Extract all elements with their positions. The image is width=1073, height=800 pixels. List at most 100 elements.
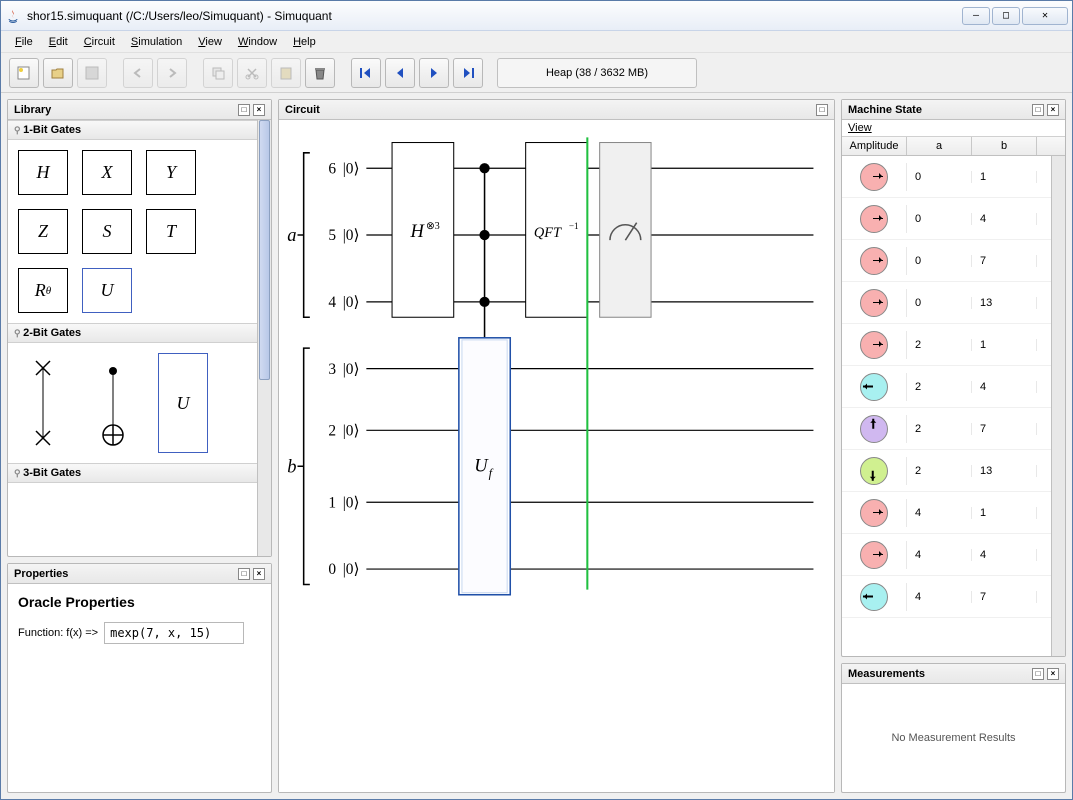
svg-text:4: 4: [328, 294, 336, 311]
redo-button[interactable]: [157, 58, 187, 88]
measurements-empty: No Measurement Results: [842, 684, 1065, 792]
library-scrollbar[interactable]: [257, 120, 271, 556]
state-row[interactable]: 4 7: [842, 576, 1065, 618]
panel-close-icon[interactable]: ×: [1047, 668, 1059, 680]
function-input[interactable]: [104, 622, 244, 644]
gate-U1[interactable]: U: [82, 268, 132, 313]
menu-edit[interactable]: Edit: [43, 34, 74, 50]
b-cell: 4: [972, 213, 1037, 225]
amplitude-cell: [842, 205, 907, 233]
state-row[interactable]: 0 1: [842, 156, 1065, 198]
gate-X[interactable]: X: [82, 150, 132, 195]
svg-text:|0⟩: |0⟩: [343, 294, 360, 311]
section-3bit[interactable]: 3-Bit Gates: [8, 463, 257, 483]
library-title: Library: [14, 104, 51, 116]
col-b[interactable]: b: [972, 137, 1037, 155]
delete-button[interactable]: [305, 58, 335, 88]
paste-button[interactable]: [271, 58, 301, 88]
prev-button[interactable]: [385, 58, 415, 88]
section-1bit[interactable]: 1-Bit Gates: [8, 120, 257, 140]
gate-T[interactable]: T: [146, 209, 196, 254]
state-row[interactable]: 2 1: [842, 324, 1065, 366]
library-panel: Library □ × 1-Bit Gates H X Y Z S: [7, 99, 272, 557]
amplitude-cell: [842, 583, 907, 611]
panel-close-icon[interactable]: ×: [1047, 104, 1059, 116]
a-cell: 0: [907, 213, 972, 225]
state-row[interactable]: 0 7: [842, 240, 1065, 282]
a-cell: 2: [907, 339, 972, 351]
gate-Y[interactable]: Y: [146, 150, 196, 195]
amplitude-cell: [842, 331, 907, 359]
col-amplitude[interactable]: Amplitude: [842, 137, 907, 155]
svg-text:U: U: [474, 456, 489, 476]
gate-cnot[interactable]: [88, 353, 138, 453]
amplitude-cell: [842, 457, 907, 485]
menu-file[interactable]: File: [9, 34, 39, 50]
cut-button[interactable]: [237, 58, 267, 88]
copy-button[interactable]: [203, 58, 233, 88]
app-window: shor15.simuquant (/C:/Users/leo/Simuquan…: [0, 0, 1073, 800]
section-2bit[interactable]: 2-Bit Gates: [8, 323, 257, 343]
properties-title: Properties: [14, 568, 68, 580]
heap-indicator[interactable]: Heap (38 / 3632 MB): [497, 58, 697, 88]
b-cell: 13: [972, 465, 1037, 477]
minimize-button[interactable]: —: [962, 7, 990, 25]
gate-H[interactable]: H: [18, 150, 68, 195]
maximize-button[interactable]: □: [992, 7, 1020, 25]
state-row[interactable]: 2 4: [842, 366, 1065, 408]
save-button[interactable]: [77, 58, 107, 88]
b-cell: 1: [972, 339, 1037, 351]
menu-window[interactable]: Window: [232, 34, 283, 50]
panel-close-icon[interactable]: ×: [253, 104, 265, 116]
col-a[interactable]: a: [907, 137, 972, 155]
last-button[interactable]: [453, 58, 483, 88]
machine-state-header: Machine State □ ×: [842, 100, 1065, 120]
open-button[interactable]: [43, 58, 73, 88]
state-scrollbar[interactable]: [1051, 156, 1065, 656]
undo-button[interactable]: [123, 58, 153, 88]
gate-Rtheta[interactable]: Rθ: [18, 268, 68, 313]
a-cell: 0: [907, 297, 972, 309]
b-cell: 7: [972, 423, 1037, 435]
panel-maximize-icon[interactable]: □: [1032, 668, 1044, 680]
first-button[interactable]: [351, 58, 381, 88]
gate-S[interactable]: S: [82, 209, 132, 254]
new-button[interactable]: [9, 58, 39, 88]
b-cell: 7: [972, 255, 1037, 267]
menu-simulation[interactable]: Simulation: [125, 34, 188, 50]
state-row[interactable]: 0 13: [842, 282, 1065, 324]
menu-circuit[interactable]: Circuit: [78, 34, 121, 50]
svg-text:|0⟩: |0⟩: [343, 494, 360, 511]
close-button[interactable]: ✕: [1022, 7, 1068, 25]
menu-help[interactable]: Help: [287, 34, 322, 50]
svg-text:QFT: QFT: [534, 225, 562, 241]
svg-text:−1: −1: [569, 222, 579, 232]
amplitude-cell: [842, 247, 907, 275]
svg-text:1: 1: [328, 494, 336, 511]
measurements-panel: Measurements □ × No Measurement Results: [841, 663, 1066, 793]
state-row[interactable]: 0 4: [842, 198, 1065, 240]
state-row[interactable]: 2 7: [842, 408, 1065, 450]
svg-text:|0⟩: |0⟩: [343, 227, 360, 244]
panel-maximize-icon[interactable]: □: [238, 104, 250, 116]
menu-view[interactable]: View: [192, 34, 228, 50]
a-cell: 2: [907, 465, 972, 477]
b-cell: 1: [972, 507, 1037, 519]
gate-U2[interactable]: U: [158, 353, 208, 453]
state-table-header: Amplitude a b: [842, 137, 1065, 156]
state-row[interactable]: 4 4: [842, 534, 1065, 576]
panel-maximize-icon[interactable]: □: [816, 104, 828, 116]
gate-swap[interactable]: [18, 353, 68, 453]
state-row[interactable]: 4 1: [842, 492, 1065, 534]
state-view-menu[interactable]: View: [842, 120, 1065, 137]
state-rows: 0 1 0 4 0 7 0 13 2 1: [842, 156, 1065, 656]
next-button[interactable]: [419, 58, 449, 88]
circuit-canvas[interactable]: a b 6|0⟩: [279, 120, 834, 792]
state-row[interactable]: 2 13: [842, 450, 1065, 492]
panel-maximize-icon[interactable]: □: [1032, 104, 1044, 116]
panel-maximize-icon[interactable]: □: [238, 568, 250, 580]
b-cell: 7: [972, 591, 1037, 603]
gate-Z[interactable]: Z: [18, 209, 68, 254]
amplitude-cell: [842, 289, 907, 317]
panel-close-icon[interactable]: ×: [253, 568, 265, 580]
